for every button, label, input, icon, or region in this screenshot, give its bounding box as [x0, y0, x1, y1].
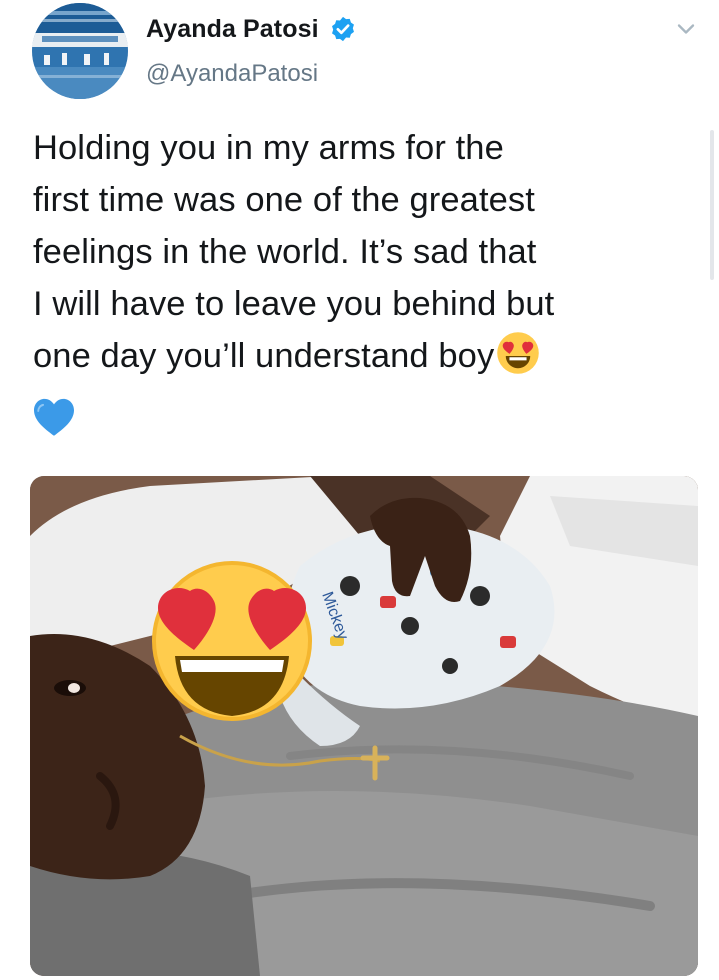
chevron-down-icon[interactable]: [672, 15, 700, 43]
tweet-text-line-with-emoji: one day you’ll understand boy: [33, 330, 693, 382]
heart-eyes-emoji-icon: [497, 332, 540, 374]
tweet-text-line: first time was one of the greatest: [33, 181, 535, 219]
author-name-row[interactable]: Ayanda Patosi: [146, 12, 357, 46]
stadium-image: [32, 3, 128, 99]
tweet-text: Holding you in my arms for the first tim…: [33, 122, 693, 382]
tweet-media-photo[interactable]: Mickey: [30, 476, 698, 976]
blue-heart-icon: [34, 398, 74, 436]
photo-illustration: Mickey: [30, 476, 698, 976]
tweet-text-line: I will have to leave you behind but: [33, 285, 555, 323]
tweet-text-line: one day you’ll understand boy: [33, 337, 495, 375]
tweet-text-line: Holding you in my arms for the: [33, 129, 504, 167]
author-avatar[interactable]: [32, 3, 128, 99]
verified-badge-icon: [331, 16, 354, 42]
author-display-name[interactable]: Ayanda Patosi: [146, 15, 319, 44]
tweet-text-line: feelings in the world. It’s sad that: [33, 233, 537, 271]
heart-eyes-emoji-overlay: [152, 561, 312, 721]
author-handle[interactable]: @AyandaPatosi: [146, 60, 318, 88]
scrollbar[interactable]: [710, 130, 714, 280]
tweet-header: Ayanda Patosi @AyandaPatosi: [0, 0, 719, 100]
